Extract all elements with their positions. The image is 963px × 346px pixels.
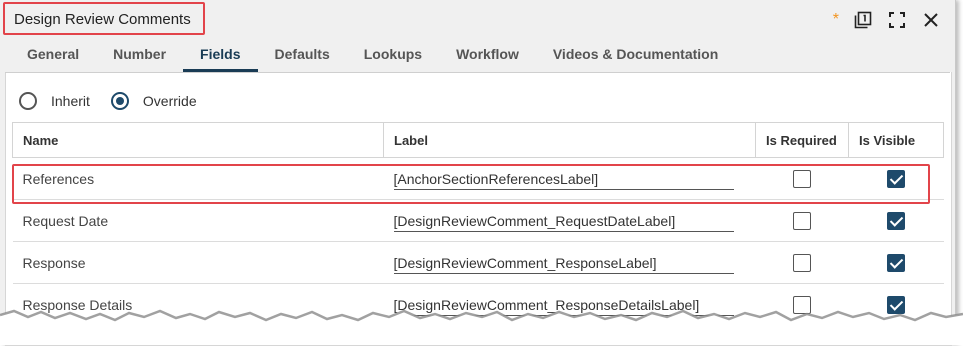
column-header-name[interactable]: Name (12, 122, 384, 158)
is-visible-cell (848, 157, 944, 200)
grid-header-row: Name Label Is Required Is Visible (12, 122, 944, 158)
field-label-cell: [DesignReviewComment_ResponseLabel] (383, 241, 756, 284)
table-row: References [AnchorSectionReferencesLabel… (12, 157, 944, 200)
tab-number[interactable]: Number (96, 40, 183, 70)
fields-grid: Name Label Is Required Is Visible Refere… (12, 122, 944, 326)
field-label-cell: [DesignReviewComment_RequestDateLabel] (383, 199, 756, 242)
inherit-radio-label[interactable]: Inherit (51, 93, 90, 109)
is-required-checkbox[interactable] (793, 253, 811, 272)
is-required-checkbox[interactable] (793, 295, 811, 314)
is-visible-checkbox[interactable] (887, 211, 905, 230)
is-required-checkbox[interactable] (793, 211, 811, 230)
dialog-window: Design Review Comments * General Number … (0, 0, 956, 346)
field-label-input[interactable]: [DesignReviewComment_ResponseLabel] (393, 251, 734, 274)
field-label-input[interactable]: [DesignReviewComment_ResponseDetailsLabe… (393, 293, 734, 316)
mode-radio-group: Inherit Override (19, 92, 218, 110)
override-radio-label[interactable]: Override (143, 93, 197, 109)
close-icon[interactable] (921, 10, 941, 30)
tab-bar: General Number Fields Defaults Lookups W… (10, 40, 735, 72)
is-required-checkbox[interactable] (793, 169, 811, 188)
tab-videos-documentation[interactable]: Videos & Documentation (536, 40, 735, 70)
field-name-cell: References (12, 157, 384, 200)
column-header-is-visible[interactable]: Is Visible (848, 122, 944, 158)
is-visible-checkbox[interactable] (887, 169, 905, 188)
unsaved-indicator: * (832, 11, 839, 28)
tab-fields[interactable]: Fields (183, 40, 258, 72)
table-row: Request Date [DesignReviewComment_Reques… (12, 199, 944, 242)
popout-icon[interactable] (853, 10, 873, 30)
is-visible-cell (848, 199, 944, 242)
title-highlight-box (3, 2, 205, 35)
override-radio[interactable] (110, 92, 129, 110)
tab-general[interactable]: General (10, 40, 96, 70)
column-header-label[interactable]: Label (383, 122, 756, 158)
tab-defaults[interactable]: Defaults (258, 40, 347, 70)
table-row: Response Details [DesignReviewComment_Re… (12, 283, 944, 326)
is-required-cell (755, 157, 849, 200)
is-required-cell (755, 199, 849, 242)
field-name-cell: Request Date (12, 199, 384, 242)
is-required-cell (755, 283, 849, 326)
field-name-cell: Response Details (12, 283, 384, 326)
window-controls: * (833, 10, 941, 30)
is-visible-checkbox[interactable] (887, 295, 905, 314)
is-visible-cell (848, 283, 944, 326)
tab-lookups[interactable]: Lookups (347, 40, 439, 70)
is-required-cell (755, 241, 849, 284)
tab-workflow[interactable]: Workflow (439, 40, 536, 70)
field-label-cell: [AnchorSectionReferencesLabel] (383, 157, 756, 200)
column-header-is-required[interactable]: Is Required (755, 122, 849, 158)
is-visible-cell (848, 241, 944, 284)
is-visible-checkbox[interactable] (887, 253, 905, 272)
field-label-input[interactable]: [AnchorSectionReferencesLabel] (393, 167, 734, 190)
maximize-icon[interactable] (887, 10, 907, 30)
field-label-input[interactable]: [DesignReviewComment_RequestDateLabel] (393, 209, 734, 232)
field-label-cell: [DesignReviewComment_ResponseDetailsLabe… (383, 283, 756, 326)
table-row: Response [DesignReviewComment_ResponseLa… (12, 241, 944, 284)
inherit-radio[interactable] (19, 92, 37, 110)
tab-divider (5, 72, 950, 73)
field-name-cell: Response (12, 241, 384, 284)
